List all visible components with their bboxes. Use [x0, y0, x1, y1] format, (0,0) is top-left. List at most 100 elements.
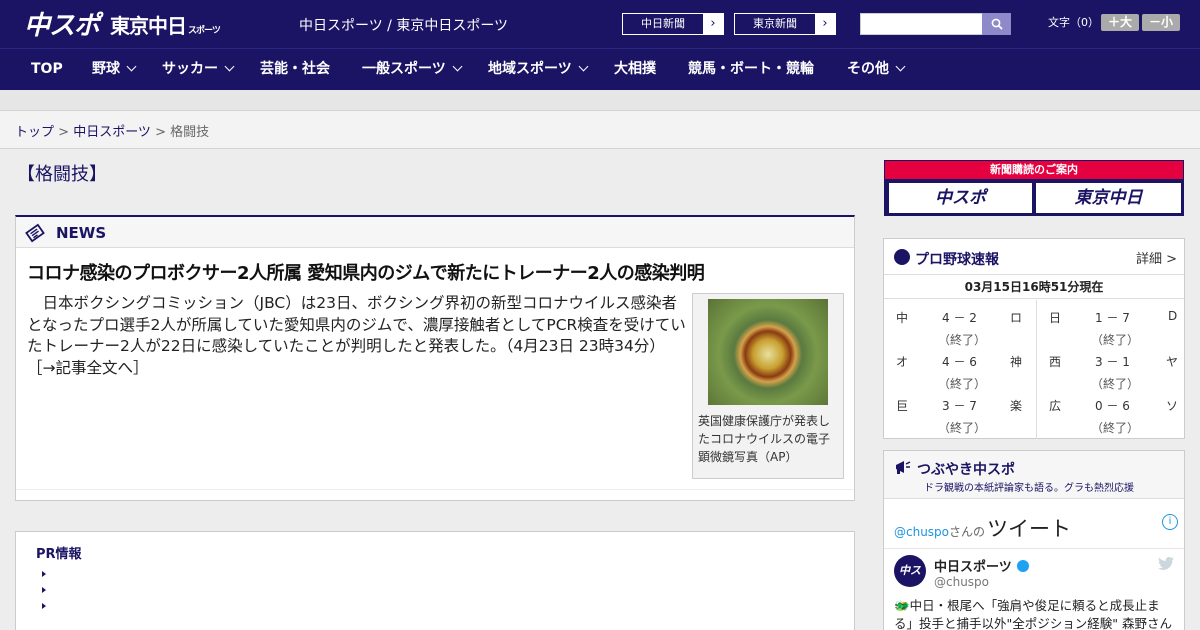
- game-status: （終了）: [938, 421, 987, 435]
- header-spacer: [0, 90, 1200, 111]
- nav-item-other[interactable]: その他: [847, 49, 906, 91]
- search-button[interactable]: [982, 13, 1011, 35]
- chevron-right-icon: ›: [815, 14, 835, 34]
- nav-item-entertainment[interactable]: 芸能・社会: [260, 49, 330, 91]
- subscription-banner[interactable]: 新聞購読のご案内 中スポ 東京中日: [884, 160, 1184, 216]
- team-away: D: [1168, 309, 1178, 323]
- bullet-icon: [42, 603, 46, 609]
- read-more-link[interactable]: ［→記事全文へ］: [27, 359, 149, 377]
- chevron-down-icon: [126, 61, 137, 72]
- chevron-down-icon: [224, 61, 235, 72]
- nav-label: その他: [847, 61, 889, 77]
- baseball-header: プロ野球速報 詳細 >: [884, 239, 1184, 275]
- tokyo-link-button[interactable]: 東京新聞 ›: [734, 13, 836, 35]
- team-away: 楽: [1010, 399, 1023, 413]
- team-away: ヤ: [1166, 355, 1179, 369]
- team-away: ソ: [1166, 399, 1179, 413]
- subscribe-chuspo-button[interactable]: 中スポ: [889, 183, 1032, 213]
- breadcrumb-section-link[interactable]: 中日スポーツ: [73, 125, 151, 140]
- team-home: 西: [1049, 355, 1062, 369]
- tweet-text[interactable]: 🐲中日・根尾へ「強肩や俊足に頼ると成長止まる」投手と捕手以外"全ポジション経験"…: [894, 597, 1178, 630]
- chunichi-link-label: 中日新聞: [641, 17, 685, 30]
- bullet-icon: [42, 587, 46, 593]
- subscribe-tokyo-button[interactable]: 東京中日: [1036, 183, 1181, 213]
- tweet-author[interactable]: 中日スポーツ: [934, 556, 1029, 575]
- baseball-title: プロ野球速報: [915, 252, 999, 268]
- game-status: （終了）: [938, 333, 987, 347]
- baseball-detail-link[interactable]: 詳細 >: [1136, 248, 1177, 267]
- info-icon[interactable]: i: [1162, 514, 1178, 530]
- nav-item-baseball[interactable]: 野球: [92, 49, 137, 91]
- breadcrumb-top-link[interactable]: トップ: [15, 125, 54, 140]
- twitter-handle-link[interactable]: @chuspo: [894, 525, 949, 539]
- article-headline[interactable]: コロナ感染のプロボクサー2人所属 愛知県内のジムで新たにトレーナー2人の感染判明: [27, 259, 705, 285]
- nav-item-sumo[interactable]: 大相撲: [614, 49, 656, 91]
- twitter-header: つぶやき中スポ ドラ観戦の本紙評論家も語る。グラも熱烈応援: [884, 451, 1184, 499]
- chunichi-link-button[interactable]: 中日新聞 ›: [622, 13, 724, 35]
- breadcrumb-bar: トップ > 中日スポーツ > 格闘技: [0, 111, 1200, 149]
- news-header: NEWS: [16, 217, 854, 248]
- tweet-author-name: 中日スポーツ: [934, 560, 1012, 575]
- nav-label: 地域スポーツ: [488, 61, 572, 77]
- avatar[interactable]: 中スポ: [894, 555, 926, 609]
- site-title[interactable]: 中日スポーツ / 東京中日スポーツ: [299, 15, 508, 35]
- baseball-score-panel: プロ野球速報 詳細 > 03月15日16時51分現在 中 4 － 2 ロ （終了…: [883, 238, 1185, 439]
- top-header: 中スポ 東京中日 スポーツ 中日スポーツ / 東京中日スポーツ 中日新聞 › 東京…: [0, 0, 1200, 48]
- chevron-down-icon: [452, 61, 463, 72]
- search-input[interactable]: [860, 13, 984, 35]
- nav-item-racing[interactable]: 競馬・ボート・競輪: [688, 49, 814, 91]
- nav-label: 一般スポーツ: [362, 61, 446, 77]
- nav-item-regional-sports[interactable]: 地域スポーツ: [488, 49, 589, 91]
- chuspo-logo[interactable]: 中スポ: [24, 7, 100, 41]
- main-nav: TOP 野球 サッカー 芸能・社会 一般スポーツ 地域スポーツ 大相撲 競馬・ボ…: [0, 48, 1200, 90]
- article-body: 日本ボクシングコミッション（JBC）は23日、ボクシング界初の新型コロナウイルス…: [27, 294, 686, 355]
- tweet-divider: [884, 548, 1184, 549]
- nav-item-soccer[interactable]: サッカー: [162, 49, 235, 91]
- twitter-handle-suffix: さんの: [949, 525, 986, 539]
- tokyo-logo-small: スポーツ: [188, 25, 221, 36]
- coronavirus-photo[interactable]: [708, 299, 828, 405]
- game-score[interactable]: 4 － 2: [942, 309, 977, 326]
- bullet-icon: [42, 571, 46, 577]
- game-score[interactable]: 4 － 6: [942, 353, 977, 370]
- nav-label: 大相撲: [614, 61, 656, 77]
- nav-item-general-sports[interactable]: 一般スポーツ: [362, 49, 463, 91]
- game-status: （終了）: [1091, 377, 1140, 391]
- team-home: 広: [1049, 399, 1062, 413]
- news-label: NEWS: [56, 224, 107, 242]
- score-timestamp: 03月15日16時51分現在: [884, 275, 1184, 299]
- chevron-right-icon: ›: [703, 14, 723, 34]
- chevron-down-icon: [578, 61, 589, 72]
- page-title: 【格闘技】: [17, 164, 107, 185]
- breadcrumb-separator: >: [150, 125, 171, 140]
- score-column-right: 日 1 － 7 D （終了） 西 3 － 1 ヤ （終了） 広 0 － 6 ソ …: [1036, 300, 1186, 439]
- twitter-widget-title: @chuspoさんのツイート: [894, 513, 1071, 543]
- font-increase-button[interactable]: ＋大: [1101, 14, 1139, 31]
- pr-panel: PR情報: [15, 531, 855, 630]
- font-decrease-button[interactable]: －小: [1142, 14, 1180, 31]
- search-icon: [991, 18, 1003, 30]
- baseball-icon: [894, 249, 910, 265]
- font-size-label: 文字（0）: [1048, 16, 1099, 29]
- game-status: （終了）: [938, 377, 987, 391]
- team-home: 中: [896, 311, 909, 325]
- tweet-screen-name[interactable]: @chuspo: [934, 575, 989, 589]
- twitter-panel: つぶやき中スポ ドラ観戦の本紙評論家も語る。グラも熱烈応援 @chuspoさんの…: [883, 450, 1185, 630]
- game-score[interactable]: 0 － 6: [1095, 397, 1130, 414]
- team-away: ロ: [1010, 311, 1023, 325]
- nav-item-top[interactable]: TOP: [31, 49, 63, 91]
- verified-icon: [1016, 560, 1029, 572]
- photo-caption: 英国健康保護庁が発表したコロナウイルスの電子顕微鏡写真（AP）: [698, 414, 831, 464]
- game-status: （終了）: [1091, 421, 1140, 435]
- game-score[interactable]: 3 － 7: [942, 397, 977, 414]
- nav-label: 野球: [92, 61, 120, 77]
- game-score[interactable]: 3 － 1: [1095, 353, 1130, 370]
- game-status: （終了）: [1091, 333, 1140, 347]
- breadcrumb-separator: >: [54, 125, 74, 140]
- tokyo-chunichi-logo[interactable]: 東京中日 スポーツ: [110, 9, 221, 39]
- game-score[interactable]: 1 － 7: [1095, 309, 1130, 326]
- pr-title: PR情報: [36, 547, 82, 562]
- twitter-bird-icon[interactable]: [1158, 557, 1174, 570]
- nav-label: 競馬・ボート・競輪: [688, 61, 814, 77]
- breadcrumb: トップ > 中日スポーツ > 格闘技: [15, 121, 209, 140]
